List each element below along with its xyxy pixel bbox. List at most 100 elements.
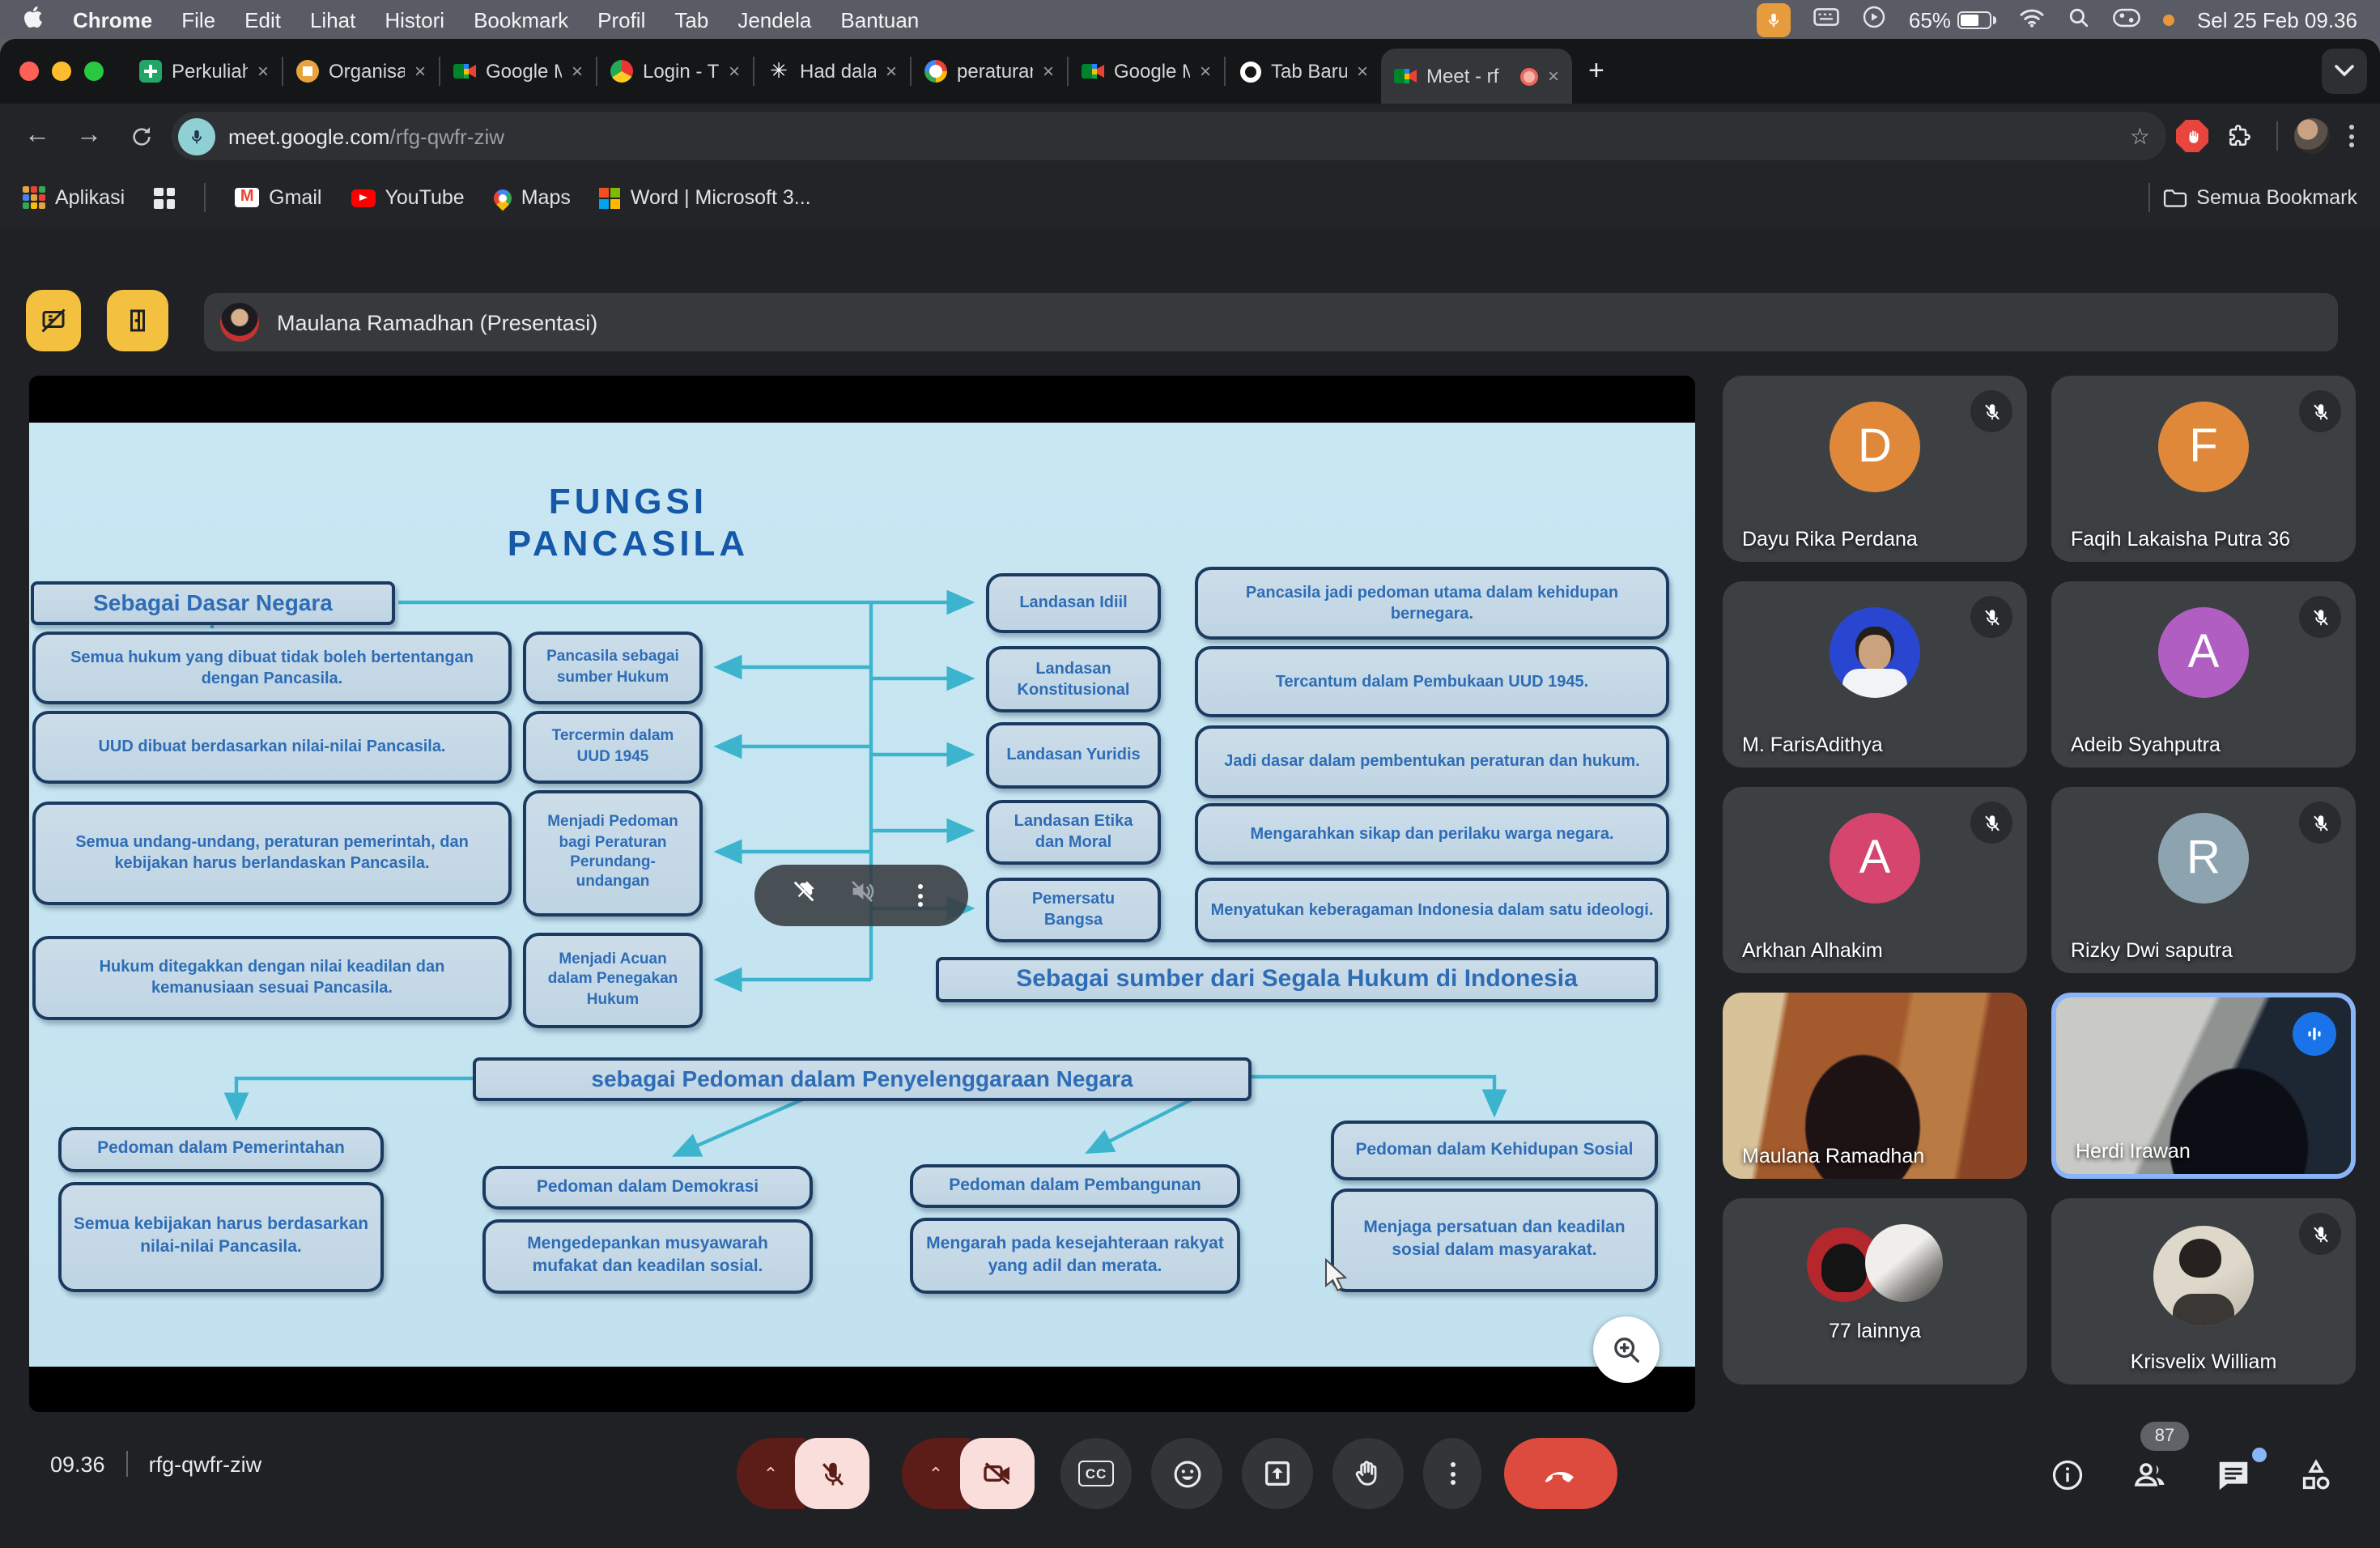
participant-tile-video[interactable]: Maulana Ramadhan [1723,993,2027,1179]
raise-hand-button[interactable] [1332,1438,1404,1509]
menubar-item-chrome[interactable]: Chrome [73,7,152,32]
menubar-item-histori[interactable]: Histori [385,7,444,32]
reading-list-icon[interactable] [154,187,175,208]
tab-google-meet-1[interactable]: Google Mee× [440,39,596,104]
close-tab-icon[interactable]: × [1357,60,1368,83]
tab-google-meet-2[interactable]: Google Mee× [1069,39,1224,104]
participant-tile[interactable]: D Dayu Rika Perdana [1723,376,2027,562]
sheets-favicon [139,60,162,83]
leave-call-button[interactable] [1504,1438,1617,1509]
meeting-details-button[interactable] [2046,1454,2089,1496]
menubar-item-tab[interactable]: Tab [674,7,708,32]
tab-organisasi[interactable]: OrganisasiD× [283,39,439,104]
participant-tile[interactable]: M. FarisAdithya [1723,581,2027,768]
profile-avatar[interactable] [2294,118,2330,154]
close-tab-icon[interactable]: × [1043,60,1054,83]
menubar-mic-active-icon[interactable] [1757,2,1791,36]
all-bookmarks-button[interactable]: Semua Bookmark [2162,186,2357,209]
spotlight-search-icon[interactable] [2068,6,2090,33]
close-tab-icon[interactable]: × [729,60,740,83]
mic-permission-icon[interactable] [178,117,215,155]
more-options-button[interactable] [1423,1438,1481,1509]
sidebar-toggle-button[interactable] [107,290,168,351]
menubar-item-jendela[interactable]: Jendela [737,7,811,32]
slide-right-box: Tercantum dalam Pembukaan UUD 1945. [1195,646,1669,717]
battery-indicator[interactable]: 65% [1909,7,1996,32]
now-playing-icon[interactable] [1862,5,1886,34]
menubar-item-profil[interactable]: Profil [597,7,645,32]
extensions-icon[interactable] [2218,115,2260,157]
reload-button[interactable] [120,115,162,157]
activities-button[interactable] [2294,1454,2336,1496]
reactions-button[interactable] [1151,1438,1222,1509]
tab-had-dalam[interactable]: ✳ Had dalam k× [754,39,910,104]
presenter-banner[interactable]: Maulana Ramadhan (Presentasi) [204,293,2338,351]
bookmark-youtube[interactable]: YouTube [351,186,464,209]
menubar-item-lihat[interactable]: Lihat [310,7,355,32]
wifi-icon[interactable] [2019,7,2045,32]
participant-tile-video-speaking[interactable]: Herdi Irawan [2051,993,2356,1179]
participant-tile[interactable]: Krisvelix William [2051,1198,2356,1384]
mic-control[interactable]: ⌃ [737,1438,869,1509]
menubar-item-bookmark[interactable]: Bookmark [474,7,568,32]
close-tab-icon[interactable]: × [886,60,897,83]
participant-tile[interactable]: A Arkhan Alhakim [1723,787,2027,973]
tile-hover-controls [754,865,968,926]
captions-button[interactable]: CC [1060,1438,1132,1509]
forward-button[interactable]: → [68,115,110,157]
tab-meet-active[interactable]: Meet - rf × [1381,49,1572,104]
tab-login-tink[interactable]: Login - Tink× [597,39,753,104]
mic-off-icon [1970,802,2012,844]
tab-tab-baru[interactable]: Tab Baru× [1226,39,1381,104]
presentation-mode-button[interactable] [26,290,81,351]
close-tab-icon[interactable]: × [414,60,426,83]
show-everyone-button[interactable] [2129,1454,2171,1496]
url-bar[interactable]: meet.google.com/rfg-qwfr-ziw ☆ [172,112,2166,160]
mic-off-icon [2299,390,2341,432]
unpin-icon[interactable] [790,878,818,913]
control-center-icon[interactable] [2113,7,2140,32]
tab-perkuliahan[interactable]: Perkuliahan2× [126,39,282,104]
camera-off-button[interactable] [960,1438,1035,1509]
zoom-window-button[interactable] [84,62,104,81]
participant-tile[interactable]: A Adeib Syahputra [2051,581,2356,768]
menubar-item-bantuan[interactable]: Bantuan [840,7,919,32]
bookmark-word[interactable]: Word | Microsoft 3... [600,186,811,209]
camera-control[interactable]: ⌃ [902,1438,1035,1509]
chat-button[interactable] [2212,1454,2254,1496]
adblock-extension-icon[interactable] [2176,120,2208,152]
bookmark-gmail[interactable]: M Gmail [235,186,321,209]
present-now-button[interactable] [1242,1438,1313,1509]
participant-tile[interactable]: R Rizky Dwi saputra [2051,787,2356,973]
tab-search-chevron-button[interactable] [2322,49,2367,94]
mic-muted-button[interactable] [795,1438,869,1509]
info-icon [2050,1457,2085,1493]
google-favicon [924,60,947,83]
zoom-in-button[interactable] [1593,1316,1660,1383]
bookmark-maps[interactable]: Maps [494,186,571,209]
new-tab-button[interactable]: + [1588,55,1604,87]
bookmark-star-icon[interactable]: ☆ [2130,122,2150,150]
back-button[interactable]: ← [16,115,58,157]
close-tab-icon[interactable]: × [572,60,583,83]
close-tab-icon[interactable]: × [1548,65,1559,87]
avatar-photo [2153,1226,2254,1326]
close-tab-icon[interactable]: × [257,60,269,83]
browser-menu-icon[interactable] [2340,125,2364,147]
meet-bottom-bar: 09.36 rfg-qwfr-ziw ⌃ ⌃ [0,1412,2380,1548]
close-tab-icon[interactable]: × [1200,60,1211,83]
bookmark-aplikasi[interactable]: Aplikasi [23,186,125,209]
overflow-participants-tile[interactable]: 77 lainnya [1723,1198,2027,1384]
slide-bottom-head: Pedoman dalam Demokrasi [482,1166,813,1210]
keyboard-brightness-icon[interactable] [1813,6,1839,32]
menubar-item-edit[interactable]: Edit [244,7,281,32]
tab-peraturan[interactable]: peraturan pu× [912,39,1067,104]
apple-menu-icon[interactable] [23,5,44,34]
tile-more-options-icon[interactable] [908,884,933,907]
close-window-button[interactable] [19,62,39,81]
menubar-clock[interactable]: Sel 25 Feb 09.36 [2197,7,2357,32]
menubar-item-file[interactable]: File [181,7,215,32]
presentation-stage[interactable]: FUNGSI PANCASILA Sebagai Dasar Negara Se… [29,376,1695,1412]
minimize-window-button[interactable] [52,62,71,81]
participant-tile[interactable]: F Faqih Lakaisha Putra 36 [2051,376,2356,562]
